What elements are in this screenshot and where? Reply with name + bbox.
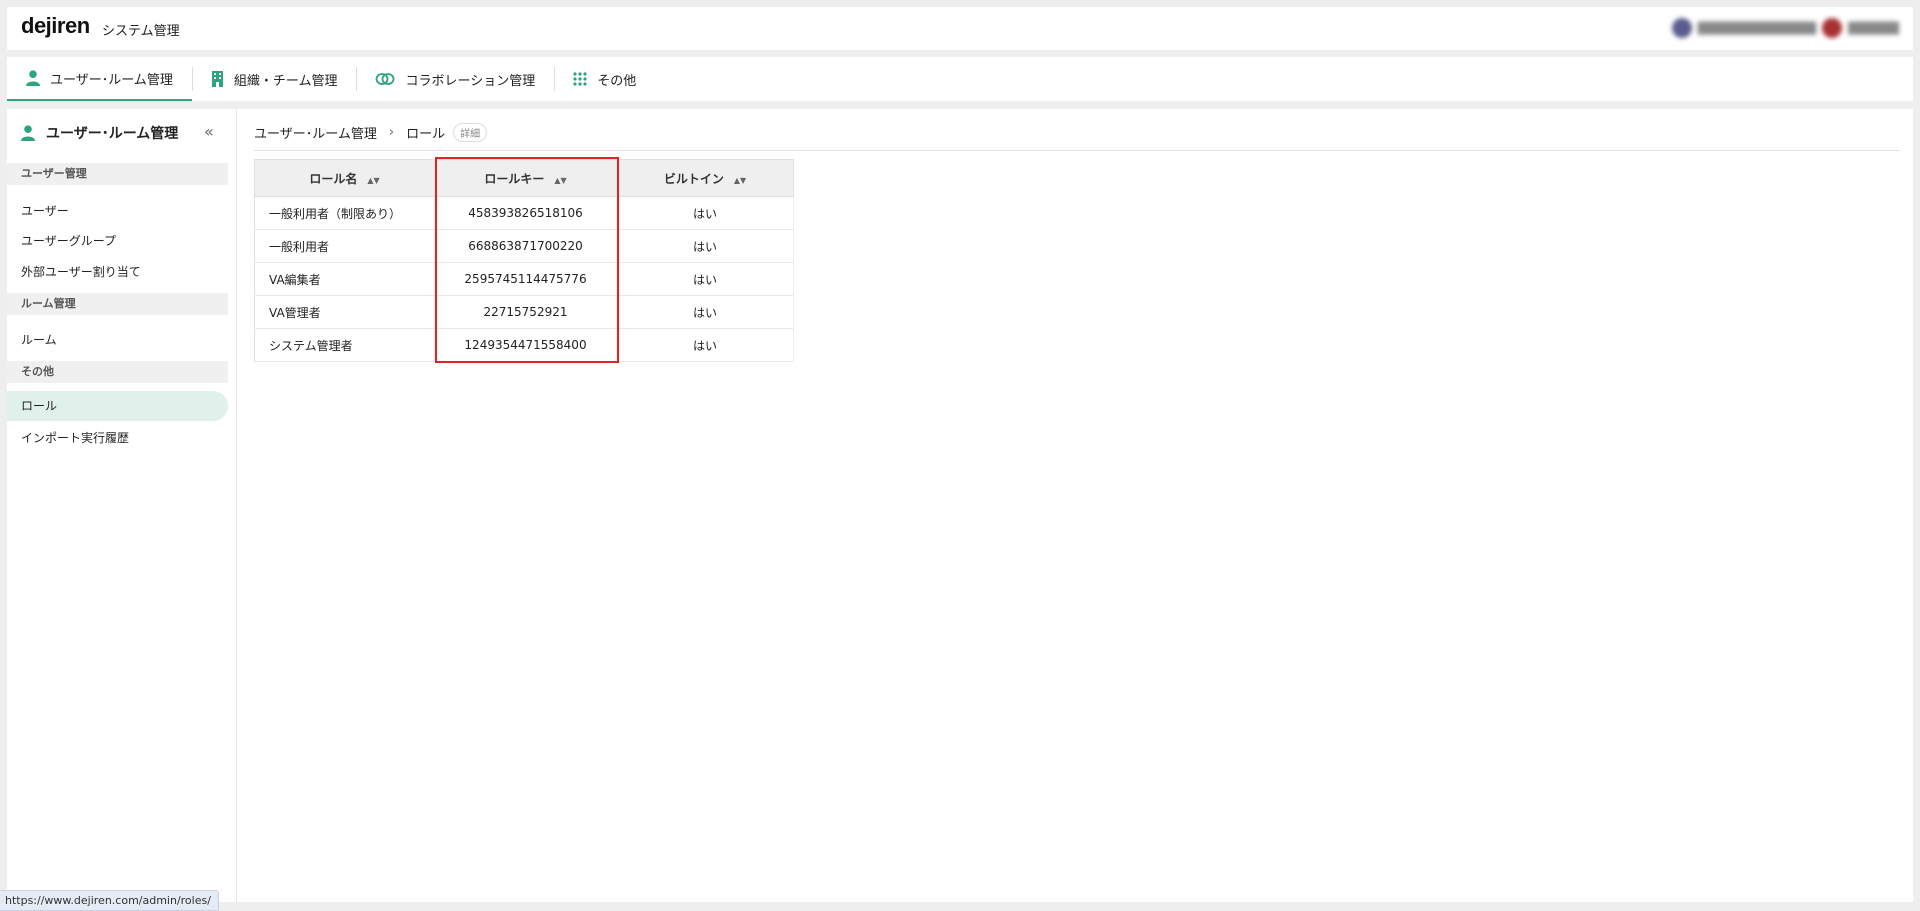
column-header-role-key[interactable]: ロールキー ▲▼ <box>434 159 617 197</box>
builtin-cell: はい <box>616 262 794 296</box>
avatar[interactable] <box>1671 18 1692 38</box>
app-title: システム管理 <box>102 24 180 39</box>
sidebar-item-roles[interactable]: ロール <box>7 391 228 421</box>
blurred-user-name: ██████ <box>1848 21 1899 35</box>
breadcrumb-root[interactable]: ユーザー･ルーム管理 <box>254 123 377 142</box>
role-key-cell: 2595745114475776 <box>434 262 617 296</box>
tab-other[interactable]: その他 <box>554 57 655 101</box>
table-row[interactable]: VA編集者 2595745114475776 はい <box>254 262 794 296</box>
builtin-cell: はい <box>616 295 794 329</box>
tab-label: 組織・チーム管理 <box>233 73 338 89</box>
tab-label: その他 <box>597 73 637 89</box>
link-icon <box>375 72 395 86</box>
column-header-role-name[interactable]: ロール名 ▲▼ <box>254 159 435 197</box>
role-name-cell: 一般利用者 <box>254 229 435 263</box>
main-tabs: ユーザー･ルーム管理 組織・チーム管理 コラボレーション管理 その他 <box>7 57 1913 101</box>
role-key-cell: 1249354471558400 <box>434 328 617 362</box>
table-row[interactable]: システム管理者 1249354471558400 はい <box>254 328 794 362</box>
sidebar-item-users[interactable]: ユーザー <box>21 202 69 219</box>
building-icon <box>211 71 224 87</box>
role-name-cell: 一般利用者（制限あり） <box>254 196 435 230</box>
tab-organization[interactable]: 組織・チーム管理 <box>191 57 357 101</box>
sidebar-section-other: その他 <box>7 361 228 383</box>
app-header: dejiren システム管理 ██████████████ ██████ <box>7 7 1913 50</box>
divider <box>254 150 1900 151</box>
table-row[interactable]: 一般利用者 668863871700220 はい <box>254 229 794 263</box>
role-name-cell: システム管理者 <box>254 328 435 362</box>
tab-user-room[interactable]: ユーザー･ルーム管理 <box>7 57 192 101</box>
user-icon <box>21 125 35 141</box>
sort-icon[interactable]: ▲▼ <box>367 176 379 185</box>
sidebar-item-user-groups[interactable]: ユーザーグループ <box>21 232 116 249</box>
main-content: ユーザー･ルーム管理 › ロール 詳細 ロール名 ▲▼ ロールキー ▲▼ ビルトイン… <box>237 109 1913 902</box>
builtin-cell: はい <box>616 229 794 263</box>
tab-label: ユーザー･ルーム管理 <box>50 72 173 88</box>
user-menu[interactable]: ██████████████ ██████ <box>1671 18 1899 38</box>
sidebar-title: ユーザー･ルーム管理 <box>46 126 179 142</box>
collapse-sidebar-icon[interactable]: « <box>204 122 214 141</box>
table-row[interactable]: 一般利用者（制限あり） 458393826518106 はい <box>254 196 794 230</box>
role-name-cell: VA編集者 <box>254 262 435 296</box>
breadcrumb: ユーザー･ルーム管理 › ロール 詳細 <box>254 123 488 142</box>
sidebar-item-external-users[interactable]: 外部ユーザー割り当て <box>21 263 141 280</box>
sort-icon[interactable]: ▲▼ <box>554 176 566 185</box>
avatar[interactable] <box>1822 18 1843 38</box>
logo[interactable]: dejiren <box>21 13 90 39</box>
sidebar-item-import-history[interactable]: インポート実行履歴 <box>21 429 129 446</box>
sidebar-item-rooms[interactable]: ルーム <box>21 331 57 348</box>
status-bar-url: https://www.dejiren.com/admin/roles/ <box>0 890 219 911</box>
table-row[interactable]: VA管理者 22715752921 はい <box>254 295 794 329</box>
role-key-cell: 22715752921 <box>434 295 617 329</box>
user-icon <box>26 70 40 86</box>
sidebar-section-room: ルーム管理 <box>7 293 228 315</box>
role-key-cell: 668863871700220 <box>434 229 617 263</box>
detail-badge: 詳細 <box>453 123 488 142</box>
builtin-cell: はい <box>616 196 794 230</box>
breadcrumb-separator: › <box>388 125 395 140</box>
breadcrumb-current: ロール <box>406 127 446 142</box>
sort-icon[interactable]: ▲▼ <box>734 176 746 185</box>
blurred-user-info: ██████████████ <box>1697 21 1817 35</box>
grid-icon <box>573 72 587 86</box>
tab-label: コラボレーション管理 <box>405 73 536 89</box>
sidebar: ユーザー･ルーム管理 « ユーザー管理 ユーザー ユーザーグループ 外部ユーザー… <box>7 109 237 902</box>
sidebar-header: ユーザー･ルーム管理 <box>21 123 178 143</box>
roles-table: ロール名 ▲▼ ロールキー ▲▼ ビルトイン ▲▼ 一般利用者（制限あり） 45839… <box>254 159 794 362</box>
column-header-builtin[interactable]: ビルトイン ▲▼ <box>616 159 794 197</box>
sidebar-section-user: ユーザー管理 <box>7 163 228 185</box>
role-key-cell: 458393826518106 <box>434 196 617 230</box>
role-name-cell: VA管理者 <box>254 295 435 329</box>
builtin-cell: はい <box>616 328 794 362</box>
tab-collaboration[interactable]: コラボレーション管理 <box>356 57 554 101</box>
